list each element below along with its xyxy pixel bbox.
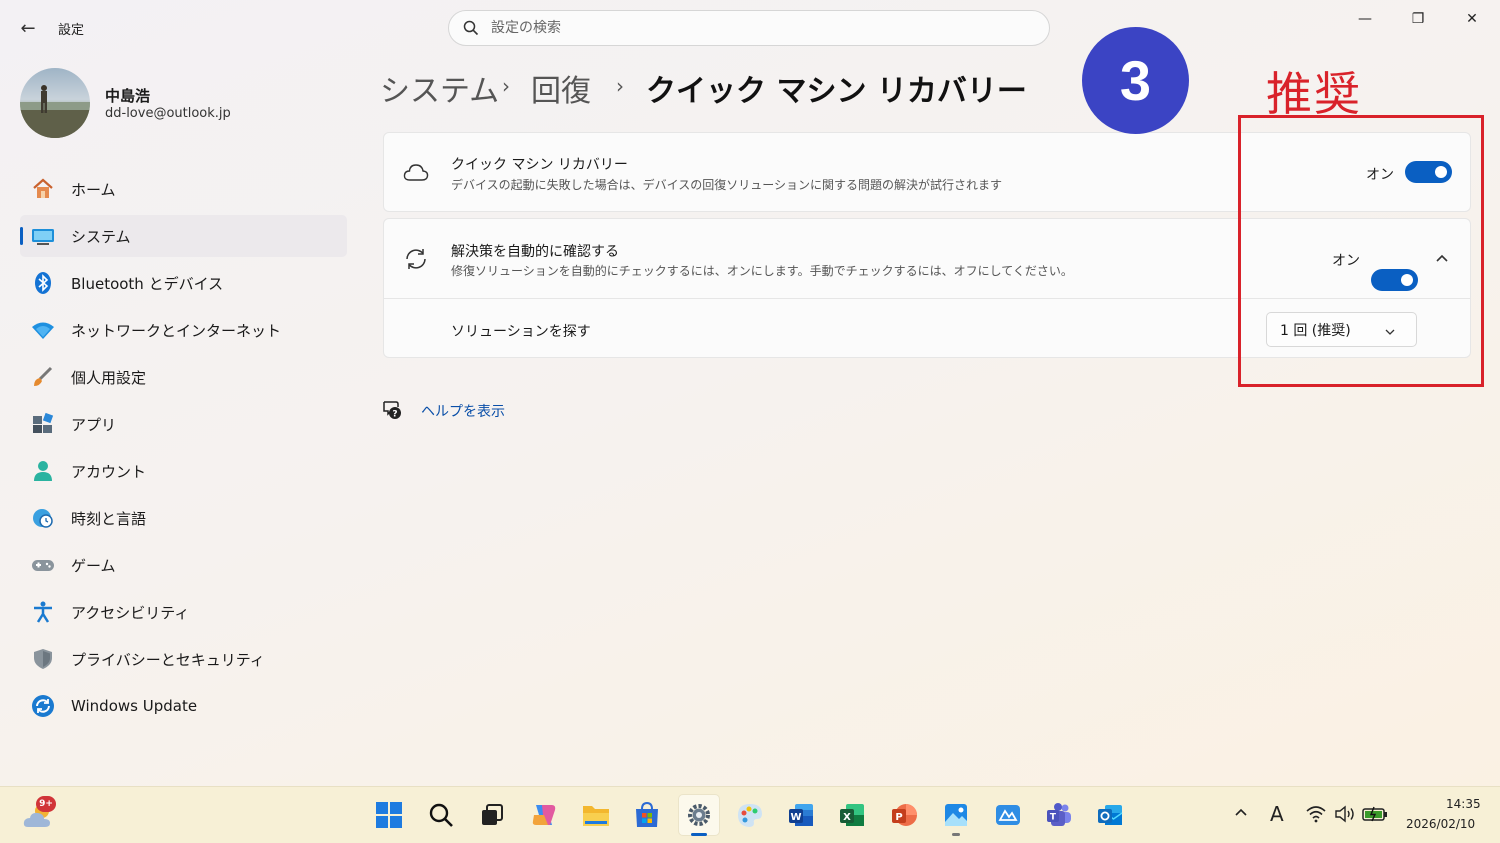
sidebar-item-label: 個人用設定: [71, 368, 147, 387]
windows-update-icon: [31, 694, 55, 718]
quick-recovery-title: クイック マシン リカバリー: [451, 157, 628, 173]
sidebar-item-label: 時刻と言語: [71, 509, 147, 528]
recommended-highlight-box: [1238, 115, 1484, 387]
ime-indicator[interactable]: A: [1270, 802, 1284, 826]
sidebar-item-label: Windows Update: [71, 697, 198, 715]
tray-overflow-chevron-icon[interactable]: [1233, 804, 1249, 824]
page-title: クイック マシン リカバリー: [646, 74, 1027, 109]
breadcrumb-separator: ›: [502, 74, 510, 98]
auto-check-title: 解決策を自動的に確認する: [451, 244, 619, 260]
clock-time[interactable]: 14:35: [1446, 797, 1481, 811]
word-icon[interactable]: W: [783, 797, 819, 833]
apps-icon: [31, 412, 55, 436]
sidebar-item-windows-update[interactable]: Windows Update: [20, 685, 347, 727]
search-box[interactable]: [448, 10, 1050, 46]
teams-icon[interactable]: T: [1041, 797, 1077, 833]
volume-icon[interactable]: [1334, 805, 1356, 827]
breadcrumb-system[interactable]: システム: [380, 66, 499, 110]
gamepad-icon: [31, 553, 55, 577]
system-icon: [31, 224, 55, 248]
help-link[interactable]: ヘルプを表示: [421, 401, 505, 421]
svg-text:P: P: [895, 812, 902, 823]
sidebar-item-label: Bluetooth とデバイス: [71, 274, 224, 293]
back-button[interactable]: ←: [14, 16, 42, 40]
clock-globe-icon: [31, 506, 55, 530]
app-icon[interactable]: [990, 797, 1026, 833]
close-button[interactable]: ✕: [1449, 8, 1495, 30]
copilot-icon[interactable]: [526, 797, 562, 833]
sidebar-item-gaming[interactable]: ゲーム: [20, 544, 347, 586]
avatar: [20, 68, 90, 138]
wifi-icon: [31, 318, 55, 342]
powerpoint-icon[interactable]: P: [886, 797, 922, 833]
running-app-indicator: [952, 833, 960, 836]
file-explorer-icon[interactable]: [578, 797, 614, 833]
sidebar-item-personalization[interactable]: 個人用設定: [20, 356, 347, 398]
search-icon: [463, 20, 479, 36]
notification-badge: 9+: [36, 796, 56, 812]
sidebar-item-accessibility[interactable]: アクセシビリティ: [20, 591, 347, 633]
minimize-button[interactable]: —: [1342, 8, 1388, 30]
start-icon[interactable]: [371, 797, 407, 833]
battery-icon[interactable]: [1362, 806, 1388, 826]
sidebar-item-home[interactable]: ホーム: [20, 168, 347, 210]
svg-text:T: T: [1050, 813, 1057, 823]
sidebar-item-system[interactable]: システム: [20, 215, 347, 257]
svg-text:X: X: [843, 812, 851, 823]
sidebar-item-time-language[interactable]: 時刻と言語: [20, 497, 347, 539]
help-icon: ?: [381, 399, 403, 425]
task-view-icon[interactable]: [474, 797, 510, 833]
app-title: 設定: [58, 23, 85, 38]
bluetooth-icon: [31, 271, 55, 295]
excel-icon[interactable]: X: [834, 797, 870, 833]
find-solution-label: ソリューションを探す: [451, 324, 591, 340]
svg-text:W: W: [790, 812, 801, 823]
search-input[interactable]: [489, 19, 1013, 37]
auto-check-description: 修復ソリューションを自動的にチェックするには、オンにします。手動でチェックするに…: [451, 264, 1073, 278]
sidebar-item-label: アプリ: [71, 415, 117, 434]
user-name: 中島浩: [105, 87, 151, 105]
sidebar-item-label: システム: [71, 227, 131, 246]
active-indicator: [20, 227, 23, 245]
sidebar-item-label: ホーム: [71, 180, 116, 199]
cloud-icon: [403, 161, 429, 187]
sidebar-item-network[interactable]: ネットワークとインターネット: [20, 309, 347, 351]
sidebar-item-label: アカウント: [71, 462, 147, 481]
quick-recovery-description: デバイスの起動に失敗した場合は、デバイスの回復ソリューションに関する問題の解決が…: [451, 178, 1003, 192]
maximize-button[interactable]: ❐: [1395, 8, 1441, 30]
wifi-status-icon[interactable]: [1306, 805, 1326, 827]
search-icon[interactable]: [423, 797, 459, 833]
accessibility-icon: [31, 600, 55, 624]
brush-icon: [31, 365, 55, 389]
settings-icon[interactable]: [678, 794, 720, 836]
store-icon[interactable]: [629, 797, 665, 833]
home-icon: [31, 177, 55, 201]
sidebar-item-label: ゲーム: [71, 556, 116, 575]
breadcrumb-separator: ›: [616, 74, 624, 98]
shield-icon: [31, 647, 55, 671]
clock-date[interactable]: 2026/02/10: [1406, 817, 1475, 831]
step-number-badge: 3: [1082, 27, 1189, 134]
paint-icon[interactable]: [732, 797, 768, 833]
svg-text:?: ?: [392, 410, 397, 420]
sidebar-item-label: アクセシビリティ: [71, 603, 190, 622]
photos-icon[interactable]: [938, 797, 974, 833]
user-email: dd-love@outlook.jp: [105, 106, 231, 121]
breadcrumb-recovery[interactable]: 回復: [531, 66, 591, 110]
sidebar-item-label: ネットワークとインターネット: [71, 321, 282, 340]
active-app-indicator: [691, 833, 707, 836]
account-icon: [31, 459, 55, 483]
sidebar-item-accounts[interactable]: アカウント: [20, 450, 347, 492]
sidebar-item-label: プライバシーとセキュリティ: [71, 650, 265, 669]
sidebar-item-apps[interactable]: アプリ: [20, 403, 347, 445]
outlook-icon[interactable]: [1092, 797, 1128, 833]
sidebar-item-privacy[interactable]: プライバシーとセキュリティ: [20, 638, 347, 680]
sidebar-item-bluetooth[interactable]: Bluetooth とデバイス: [20, 262, 347, 304]
sync-icon: [403, 246, 429, 276]
